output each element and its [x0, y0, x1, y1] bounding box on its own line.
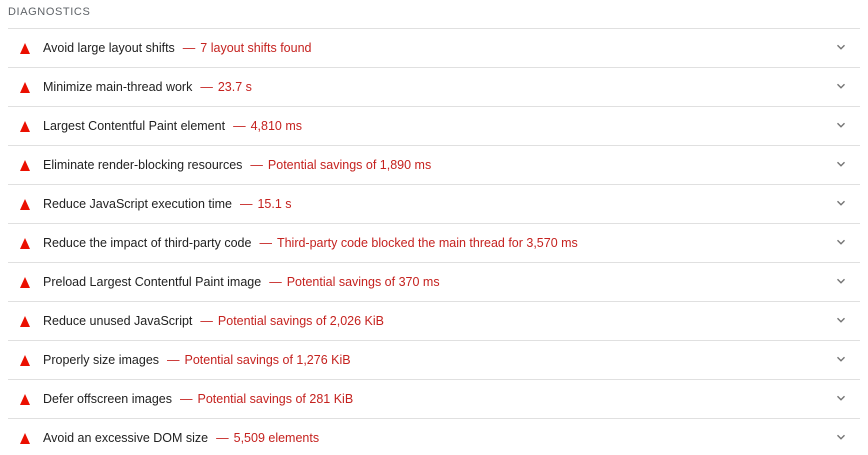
audit-title: Largest Contentful Paint element: [43, 119, 226, 133]
audit-display-value: Potential savings of 1,890 ms: [267, 158, 432, 172]
audit-title: Reduce JavaScript execution time: [43, 197, 232, 211]
audit-row[interactable]: Eliminate render-blocking resources — Pote…: [8, 145, 860, 184]
audit-display-value: 5,509 elements: [233, 431, 320, 445]
audit-title: Preload Largest Contentful Paint image: [43, 275, 262, 289]
audit-title: Reduce unused JavaScript: [43, 314, 193, 328]
audit-row[interactable]: Avoid an excessive DOM size — 5,509 elemen…: [8, 418, 860, 455]
audit-separator: —: [200, 314, 213, 328]
audit-title: Minimize main-thread work: [43, 80, 193, 94]
chevron-down-icon[interactable]: [836, 198, 846, 208]
audit-title: Properly size images: [43, 353, 160, 367]
fail-triangle-icon: [20, 198, 30, 210]
audit-display-value: Potential savings of 281 KiB: [197, 392, 354, 406]
chevron-down-icon[interactable]: [836, 315, 846, 325]
audit-title: Defer offscreen images: [43, 392, 172, 406]
chevron-down-icon[interactable]: [836, 393, 846, 403]
chevron-down-icon[interactable]: [836, 159, 846, 169]
audit-display-value: Potential savings of 2,026 KiB: [217, 314, 384, 328]
chevron-down-icon[interactable]: [836, 42, 846, 52]
audit-row[interactable]: Reduce JavaScript execution time — 15.1 s: [8, 184, 860, 223]
fail-triangle-icon: [20, 159, 30, 171]
audit-separator: —: [239, 197, 253, 211]
audit-display-value: Third-party code blocked the main thread…: [276, 236, 578, 250]
audit-display-value: 4,810 ms: [250, 119, 302, 133]
audit-title: Avoid an excessive DOM size: [43, 431, 209, 445]
chevron-down-icon[interactable]: [836, 276, 846, 286]
audit-row[interactable]: Defer offscreen images — Potential savings…: [8, 379, 860, 418]
audit-title: Reduce the impact of third-party code: [43, 236, 252, 250]
audit-separator: —: [269, 275, 282, 289]
audit-row[interactable]: Properly size images — Potential savings o…: [8, 340, 860, 379]
audit-list: Avoid large layout shifts — 7 layout shift…: [8, 28, 860, 455]
fail-triangle-icon: [20, 120, 30, 132]
diagnostics-panel: DIAGNOSTICS Avoid large layout shifts — 7 …: [0, 0, 868, 455]
audit-display-value: 23.7 s: [217, 80, 252, 94]
audit-display-value: Potential savings of 370 ms: [286, 275, 440, 289]
fail-triangle-icon: [20, 315, 30, 327]
fail-triangle-icon: [20, 432, 30, 444]
fail-triangle-icon: [20, 393, 30, 405]
fail-triangle-icon: [20, 81, 30, 93]
audit-separator: —: [259, 236, 272, 250]
chevron-down-icon[interactable]: [836, 81, 846, 91]
audit-display-value: Potential savings of 1,276 KiB: [184, 353, 351, 367]
audit-display-value: 15.1 s: [257, 197, 292, 211]
audit-display-value: 7 layout shifts found: [200, 41, 312, 55]
audit-row[interactable]: Reduce the impact of third-party code — Th…: [8, 223, 860, 262]
audit-separator: —: [233, 119, 246, 133]
fail-triangle-icon: [20, 237, 30, 249]
audit-row[interactable]: Largest Contentful Paint element — 4,810 m…: [8, 106, 860, 145]
audit-row[interactable]: Minimize main-thread work — 23.7 s: [8, 67, 860, 106]
audit-title: Eliminate render-blocking resources: [43, 158, 243, 172]
audit-row[interactable]: Avoid large layout shifts — 7 layout shift…: [8, 28, 860, 67]
fail-triangle-icon: [20, 42, 30, 54]
audit-title: Avoid large layout shifts: [43, 41, 175, 55]
audit-row[interactable]: Reduce unused JavaScript — Potential savin…: [8, 301, 860, 340]
chevron-down-icon[interactable]: [836, 237, 846, 247]
audit-separator: —: [200, 80, 213, 94]
audit-separator: —: [167, 353, 180, 367]
audit-row[interactable]: Preload Largest Contentful Paint image — P…: [8, 262, 860, 301]
audit-separator: —: [216, 431, 229, 445]
chevron-down-icon[interactable]: [836, 120, 846, 130]
chevron-down-icon[interactable]: [836, 354, 846, 364]
section-title: DIAGNOSTICS: [8, 6, 91, 18]
audit-separator: —: [180, 392, 193, 406]
audit-separator: —: [250, 158, 263, 172]
audit-separator: —: [182, 41, 196, 55]
fail-triangle-icon: [20, 276, 30, 288]
fail-triangle-icon: [20, 354, 30, 366]
chevron-down-icon[interactable]: [836, 432, 846, 442]
